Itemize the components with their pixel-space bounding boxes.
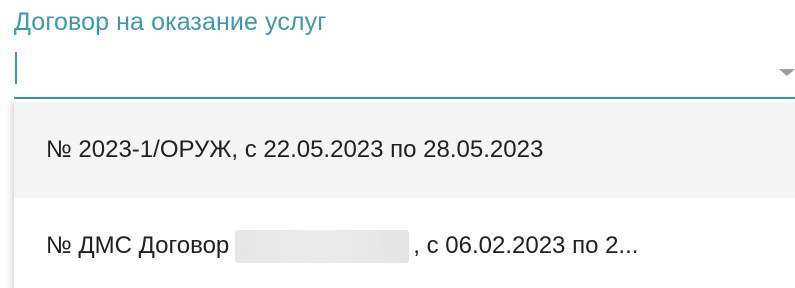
text-cursor[interactable]	[15, 52, 17, 84]
dropdown-option[interactable]: № ДМС Договор , с 06.02.2023 по 2...	[14, 198, 795, 288]
option-label-prefix: № ДМС Договор	[46, 232, 230, 259]
dropdown-menu: № 2023-1/ОРУЖ, с 22.05.2023 по 28.05.202…	[14, 99, 795, 288]
option-label-suffix: , с 06.02.2023 по 2...	[413, 232, 639, 259]
redacted-text	[235, 229, 410, 263]
dropdown-option[interactable]: № 2023-1/ОРУЖ, с 22.05.2023 по 28.05.202…	[14, 102, 795, 198]
field-label: Договор на оказание услуг	[14, 8, 327, 36]
contract-select-field: Договор на оказание услуг № 2023-1/ОРУЖ,…	[0, 0, 795, 288]
option-label: № 2023-1/ОРУЖ, с 22.05.2023 по 28.05.202…	[46, 136, 544, 163]
dropdown-arrow-icon[interactable]	[779, 69, 795, 76]
